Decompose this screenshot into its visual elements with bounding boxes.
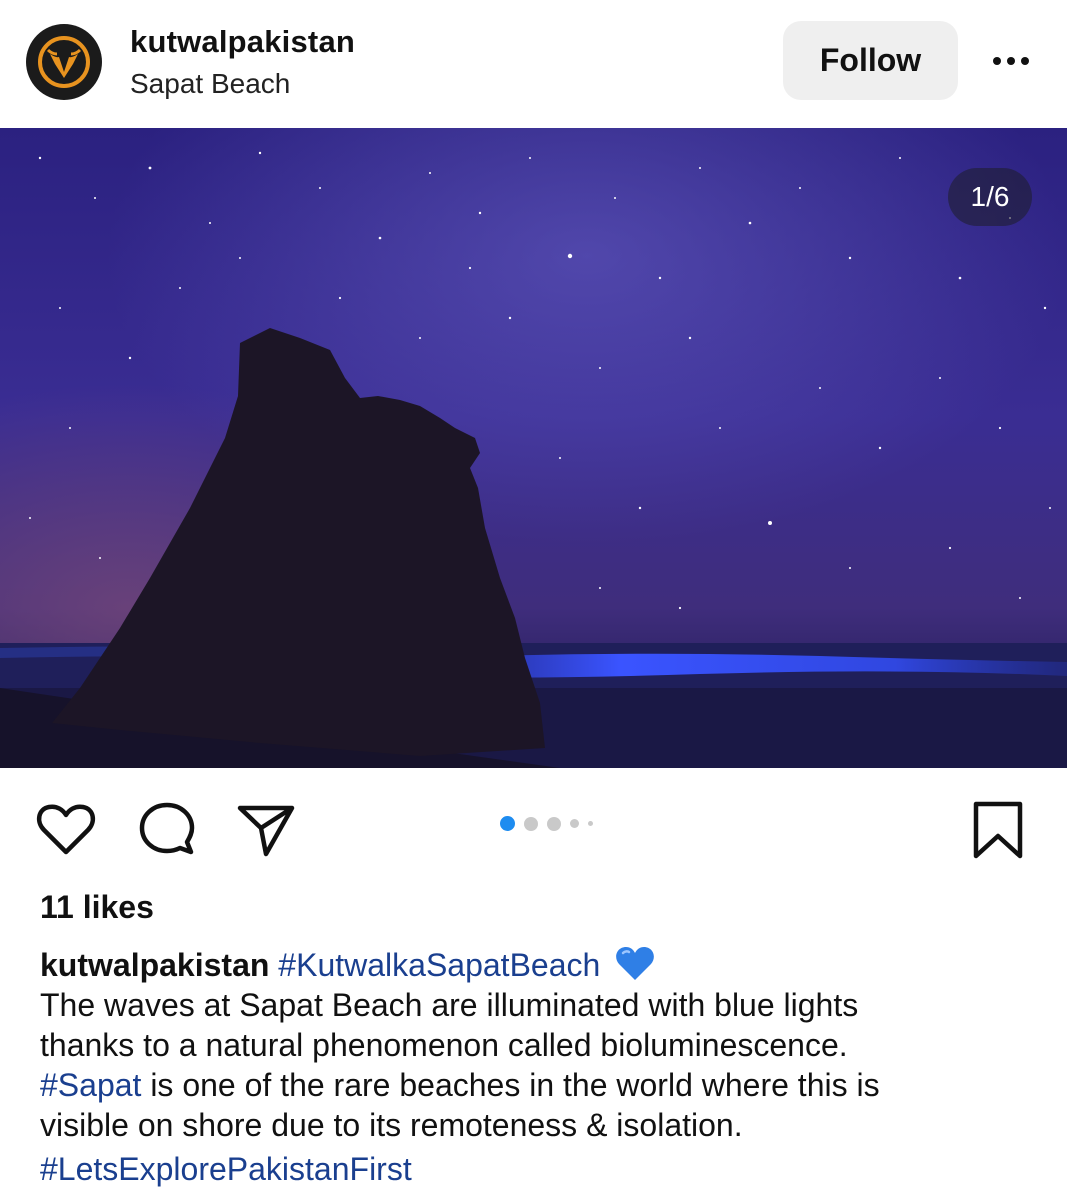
carousel-dot [570,819,579,828]
image-counter: 1/6 [948,168,1032,226]
hashtag-link[interactable]: #LetsExplorePakistanFirst [40,1149,1030,1189]
caption-line: thanks to a natural phenomenon called bi… [40,1027,848,1063]
blue-heart-emoji-icon [616,947,655,980]
caption-line: The waves at Sapat Beach are illuminated… [40,987,859,1023]
bookmark-icon[interactable] [966,798,1030,862]
carousel-dot [547,816,561,831]
more-options-button[interactable] [986,40,1036,82]
send-icon[interactable] [234,798,298,862]
post-location[interactable]: Sapat Beach [130,68,290,100]
carousel-indicator [500,816,593,831]
caption-line: is one of the rare beaches in the world … [141,1067,880,1103]
caption-line: visible on shore due to its remoteness &… [40,1107,743,1143]
post-caption: kutwalpakistan #KutwalkaSapatBeach The w… [40,945,1030,1189]
likes-count[interactable]: 11 likes [40,889,154,926]
post-image[interactable] [0,128,1067,768]
caption-username[interactable]: kutwalpakistan [40,947,269,983]
carousel-dot [588,821,593,826]
follow-button[interactable]: Follow [783,21,958,100]
post-header: kutwalpakistan Sapat Beach Follow [0,0,1067,128]
hashtag-link[interactable]: #KutwalkaSapatBeach [278,947,600,983]
comment-bubble-icon[interactable] [134,798,198,862]
ox-head-logo-icon [38,36,90,88]
carousel-dot-active [500,816,515,831]
hashtag-link[interactable]: #Sapat [40,1067,141,1103]
post-username[interactable]: kutwalpakistan [130,24,355,60]
night-beach-photo [0,128,1067,768]
ellipsis-icon [993,57,1001,65]
avatar[interactable] [26,24,102,100]
carousel-dot [524,816,538,831]
heart-icon[interactable] [34,798,98,862]
